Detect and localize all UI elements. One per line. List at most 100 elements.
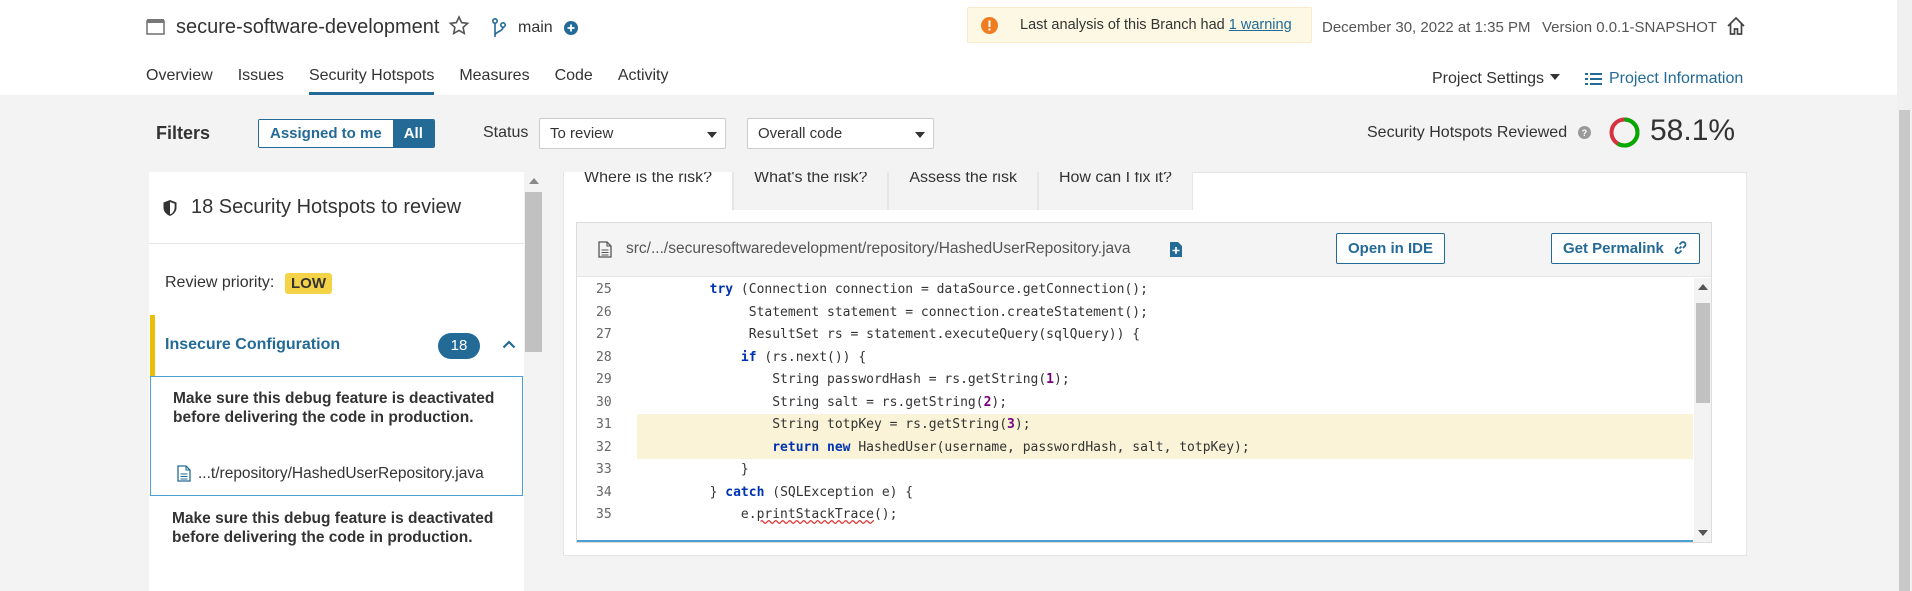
tab-code[interactable]: Code — [555, 67, 593, 95]
line-number[interactable]: 34 — [577, 481, 636, 504]
code-text: try (Connection connection = dataSource.… — [709, 282, 1148, 297]
sidebar-scrollbar[interactable] — [524, 172, 543, 591]
assigned-to-me-button[interactable]: Assigned to me — [259, 120, 393, 147]
reviewed-donut-chart — [1609, 117, 1640, 148]
shield-icon — [163, 200, 177, 216]
tab-measures[interactable]: Measures — [459, 67, 529, 95]
code-text: ResultSet rs = statement.executeQuery(sq… — [748, 327, 1141, 342]
filters-label: Filters — [156, 123, 211, 143]
tab-overview[interactable]: Overview — [146, 67, 213, 95]
analysis-warning-banner: Last analysis of this Branch had 1 warni… — [967, 7, 1312, 43]
code-line: 29 String passwordHash = rs.getString(1)… — [577, 369, 1693, 392]
tabs-clip-overlay — [563, 160, 1263, 172]
line-number[interactable]: 25 — [577, 279, 636, 302]
code-line-highlighted: 32 return new HashedUser(username, passw… — [577, 436, 1693, 459]
scroll-up-arrow-icon[interactable] — [529, 178, 539, 184]
chevron-down-icon — [915, 132, 925, 138]
hotspots-sidebar: 18 Security Hotspots to review Review pr… — [149, 172, 524, 591]
code-text: String salt = rs.getString(2); — [772, 394, 1008, 410]
line-number[interactable]: 32 — [577, 436, 636, 459]
home-icon[interactable] — [1726, 16, 1746, 36]
line-number[interactable]: 26 — [577, 301, 636, 324]
code-viewer: src/.../securesoftwaredevelopment/reposi… — [576, 222, 1712, 543]
code-lines: 25 try (Connection connection = dataSour… — [577, 278, 1693, 542]
caret-down-icon — [1550, 74, 1561, 80]
branch-info-icon[interactable] — [564, 21, 578, 35]
hotspot-title: Make sure this debug feature is deactiva… — [172, 510, 494, 546]
line-number[interactable]: 33 — [577, 459, 636, 482]
hotspots-count: 18 Security Hotspots to review — [191, 196, 462, 218]
hotspot-item[interactable]: Make sure this debug feature is deactiva… — [150, 497, 523, 591]
file-icon — [177, 465, 191, 482]
review-priority-label: Review priority: — [165, 274, 275, 291]
scroll-up-arrow-icon[interactable] — [1698, 284, 1708, 290]
scope-select[interactable]: Overall code — [747, 118, 934, 149]
project-name[interactable]: secure-software-development — [176, 16, 439, 39]
line-number[interactable]: 28 — [577, 346, 636, 369]
list-icon — [1585, 73, 1602, 85]
chevron-up-icon[interactable] — [502, 340, 516, 349]
branch-name[interactable]: main — [518, 19, 553, 37]
page-scrollbar[interactable] — [1897, 0, 1912, 591]
code-text: String totpKey = rs.getString(3); — [637, 414, 1693, 437]
star-icon[interactable] — [447, 14, 471, 38]
code-line-highlighted: 31 String totpKey = rs.getString(3); — [577, 414, 1693, 437]
priority-badge: LOW — [285, 273, 332, 294]
code-text: e.printStackTrace(); — [740, 507, 898, 522]
open-in-ide-button[interactable]: Open in IDE — [1336, 233, 1446, 264]
project-settings-menu[interactable]: Project Settings — [1432, 70, 1561, 88]
code-text: return new HashedUser(username, password… — [637, 436, 1693, 459]
code-text: if (rs.next()) { — [740, 349, 867, 365]
code-viewer-header: src/.../securesoftwaredevelopment/reposi… — [577, 223, 1711, 277]
project-information-link[interactable]: Project Information — [1609, 70, 1743, 88]
analysis-date: December 30, 2022 at 1:35 PM — [1322, 19, 1531, 36]
line-number[interactable]: 29 — [577, 369, 636, 392]
code-line: 33 } — [577, 459, 1693, 482]
status-select-value: To review — [550, 125, 614, 142]
page-scrollbar-thumb[interactable] — [1899, 110, 1910, 591]
line-number[interactable]: 30 — [577, 391, 636, 414]
code-line: 25 try (Connection connection = dataSour… — [577, 279, 1693, 302]
hotspot-item-selected[interactable]: Make sure this debug feature is deactiva… — [150, 376, 523, 496]
code-line: 26 Statement statement = connection.crea… — [577, 301, 1693, 324]
warning-text: Last analysis of this Branch had 1 warni… — [1020, 17, 1292, 33]
code-line: 34 } catch (SQLException e) { — [577, 481, 1693, 504]
get-permalink-button[interactable]: Get Permalink — [1551, 233, 1700, 264]
code-line: 27 ResultSet rs = statement.executeQuery… — [577, 324, 1693, 347]
line-number[interactable]: 35 — [577, 504, 636, 527]
line-number[interactable]: 31 — [577, 414, 636, 437]
category-count-badge: 18 — [438, 333, 480, 359]
tab-issues[interactable]: Issues — [238, 67, 284, 95]
hotspots-reviewed-percent: 58.1% — [1650, 114, 1736, 147]
category-name: Insecure Configuration — [165, 336, 341, 353]
branch-icon — [491, 17, 507, 37]
code-line: 28 if (rs.next()) { — [577, 346, 1693, 369]
hotspots-header: 18 Security Hotspots to review — [149, 172, 524, 244]
hotspot-file: ...t/repository/HashedUserRepository.jav… — [198, 465, 484, 482]
assignee-toggle: Assigned to me All — [258, 119, 435, 148]
code-text: String passwordHash = rs.getString(1); — [772, 372, 1070, 387]
hotspots-reviewed-label: Security Hotspots Reviewed — [1367, 124, 1568, 141]
hotspot-title: Make sure this debug feature is deactiva… — [173, 390, 495, 426]
copy-path-icon[interactable] — [1169, 241, 1183, 258]
warning-icon — [981, 17, 998, 34]
project-nav: Overview Issues Security Hotspots Measur… — [146, 67, 694, 95]
tab-security-hotspots[interactable]: Security Hotspots — [308, 67, 435, 95]
line-number[interactable]: 27 — [577, 324, 636, 347]
link-icon — [1674, 241, 1687, 254]
help-icon[interactable]: ? — [1578, 126, 1591, 139]
status-select[interactable]: To review — [539, 118, 726, 149]
category-insecure-configuration[interactable]: Insecure Configuration 18 — [150, 315, 524, 377]
sidebar-scrollbar-thumb[interactable] — [525, 192, 542, 352]
scope-select-value: Overall code — [758, 125, 843, 142]
all-button[interactable]: All — [392, 120, 434, 147]
code-line: 35 e.printStackTrace(); — [577, 504, 1693, 527]
tab-activity[interactable]: Activity — [618, 67, 669, 95]
svg-text:?: ? — [1582, 128, 1588, 138]
code-scrollbar-thumb[interactable] — [1696, 303, 1710, 403]
file-icon — [598, 241, 612, 258]
scroll-down-arrow-icon[interactable] — [1698, 530, 1708, 536]
chevron-down-icon — [707, 132, 717, 138]
code-scrollbar[interactable] — [1694, 278, 1711, 542]
warning-link[interactable]: 1 warning — [1229, 17, 1292, 33]
